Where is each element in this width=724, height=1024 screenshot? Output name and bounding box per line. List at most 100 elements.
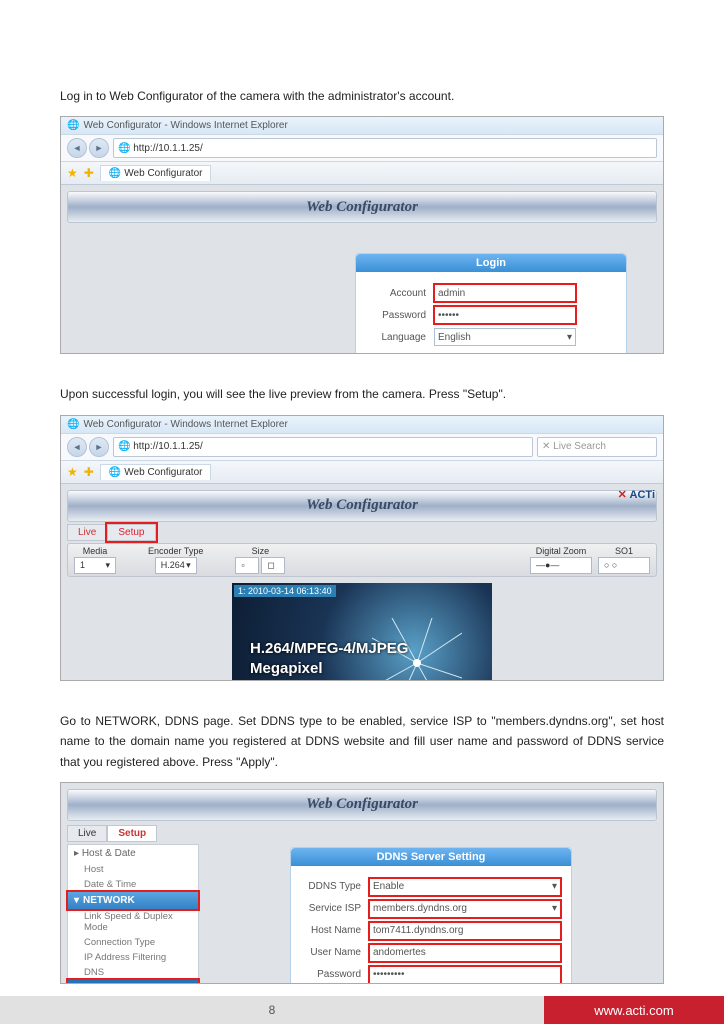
globe-icon: 🌐 xyxy=(67,419,79,430)
footer-url: www.acti.com xyxy=(594,1003,673,1018)
window-title-2: Web Configurator - Windows Internet Expl… xyxy=(83,419,287,430)
search-placeholder: Live Search xyxy=(553,441,606,452)
add-favorite-icon[interactable]: ✚ xyxy=(84,465,94,479)
promo-line-2: Megapixel xyxy=(250,659,408,679)
instruction-3: Go to NETWORK, DDNS page. Set DDNS type … xyxy=(60,711,664,772)
ie-address-bar: ◄ ► 🌐 http://10.1.1.25/ xyxy=(61,134,663,162)
account-label: Account xyxy=(366,288,426,299)
screenshot-live: 🌐 Web Configurator - Windows Internet Ex… xyxy=(60,415,664,681)
nav-back-icon[interactable]: ◄ xyxy=(67,138,87,158)
nav-forward-icon[interactable]: ► xyxy=(89,138,109,158)
ie-address-bar-2: ◄ ► 🌐 http://10.1.1.25/ ✕ Live Search xyxy=(61,433,663,461)
window-title: Web Configurator - Windows Internet Expl… xyxy=(83,120,287,131)
live-tab[interactable]: Live xyxy=(67,524,107,541)
sidebar-wrap: Live Setup ▸ Host & Date Host Date & Tim… xyxy=(67,825,199,984)
sidebar-date-time[interactable]: Date & Time xyxy=(68,877,198,892)
sidebar-ddns[interactable]: DDNS xyxy=(68,980,198,984)
tab-icon: 🌐 xyxy=(109,168,121,179)
zoom-control[interactable]: —●— xyxy=(530,557,592,574)
ie-tab-row: ★ ✚ 🌐 Web Configurator xyxy=(61,162,663,185)
so-label: SO1 xyxy=(615,546,633,556)
setup-tab[interactable]: Setup xyxy=(107,524,155,541)
ddns-panel: DDNS Server Setting DDNS Type Enable▾ Se… xyxy=(290,847,572,984)
language-value: English xyxy=(438,332,471,343)
nav-back-icon[interactable]: ◄ xyxy=(67,437,87,457)
search-x-icon: ✕ xyxy=(542,441,550,452)
login-title: Login xyxy=(356,254,626,272)
host-name-label: Host Name xyxy=(301,925,361,936)
tab-icon: 🌐 xyxy=(109,467,121,478)
live-tab-3[interactable]: Live xyxy=(67,825,107,842)
ie-titlebar-2: 🌐 Web Configurator - Windows Internet Ex… xyxy=(61,416,663,433)
page-number: 8 xyxy=(269,1003,276,1017)
browser-tab-2[interactable]: 🌐 Web Configurator xyxy=(100,464,212,480)
size-label: Size xyxy=(252,546,270,556)
service-isp-label: Service ISP xyxy=(301,903,361,914)
chevron-down-icon: ▾ xyxy=(186,560,191,571)
password-label-3: Password xyxy=(301,969,361,980)
zoom-label: Digital Zoom xyxy=(536,546,587,556)
size-down-button[interactable]: ▫ xyxy=(235,557,259,574)
video-timestamp: 1: 2010-03-14 06:13:40 xyxy=(234,585,336,597)
so-toggle[interactable]: ○ ○ xyxy=(598,557,650,574)
chevron-down-icon: ▾ xyxy=(567,332,572,343)
encoder-label: Encoder Type xyxy=(148,546,203,556)
camera-toolbar: Media 1▾ Encoder Type H.264▾ Size ▫ ◻ xyxy=(67,543,657,577)
url-text-2: http://10.1.1.25/ xyxy=(133,441,203,452)
sidebar-dns[interactable]: DNS xyxy=(68,965,198,980)
account-input[interactable]: admin xyxy=(434,284,576,302)
size-up-button[interactable]: ◻ xyxy=(261,557,285,574)
chevron-down-icon: ▾ xyxy=(105,560,110,571)
sidebar-host-date[interactable]: ▸ Host & Date xyxy=(68,845,198,862)
sidebar-conn-type[interactable]: Connection Type xyxy=(68,935,198,950)
instruction-2: Upon successful login, you will see the … xyxy=(60,384,664,404)
ddns-type-select[interactable]: Enable▾ xyxy=(369,878,561,896)
sidebar-network[interactable]: ▾ NETWORK xyxy=(68,892,198,909)
language-select[interactable]: English ▾ xyxy=(434,328,576,346)
favorites-icon[interactable]: ★ xyxy=(67,465,78,479)
chevron-down-icon: ▾ xyxy=(552,903,557,914)
screenshot-login: 🌐 Web Configurator - Windows Internet Ex… xyxy=(60,116,664,354)
page-icon: 🌐 xyxy=(118,143,130,154)
ddns-title: DDNS Server Setting xyxy=(291,848,571,866)
live-video: 1: 2010-03-14 06:13:40 H.264/MPEG-4/MJPE… xyxy=(232,583,492,681)
ie-tab-row-2: ★ ✚ 🌐 Web Configurator xyxy=(61,461,663,484)
page-icon: 🌐 xyxy=(118,441,130,452)
nav-forward-icon[interactable]: ► xyxy=(89,437,109,457)
encoder-select[interactable]: H.264▾ xyxy=(155,557,197,574)
language-label: Language xyxy=(366,332,426,343)
setup-tab-3[interactable]: Setup xyxy=(107,825,157,842)
tab-label: Web Configurator xyxy=(124,168,202,179)
chevron-down-icon: ▾ xyxy=(552,881,557,892)
page-footer: 8 www.acti.com xyxy=(0,996,724,1024)
login-panel: Login Account admin Password •••••• Lang… xyxy=(355,253,627,354)
ddns-type-label: DDNS Type xyxy=(301,881,361,892)
user-name-input[interactable]: andomertes xyxy=(369,944,561,962)
address-input[interactable]: 🌐 http://10.1.1.25/ xyxy=(113,138,657,158)
service-isp-select[interactable]: members.dyndns.org▾ xyxy=(369,900,561,918)
favorites-icon[interactable]: ★ xyxy=(67,166,78,180)
host-name-input[interactable]: tom7411.dyndns.org xyxy=(369,922,561,940)
sidebar-host[interactable]: Host xyxy=(68,862,198,877)
add-favorite-icon[interactable]: ✚ xyxy=(84,166,94,180)
instruction-1: Log in to Web Configurator of the camera… xyxy=(60,86,664,106)
sidebar-ip-filter[interactable]: IP Address Filtering xyxy=(68,950,198,965)
globe-icon: 🌐 xyxy=(67,120,79,131)
password-label: Password xyxy=(366,310,426,321)
media-select[interactable]: 1▾ xyxy=(74,557,116,574)
media-label: Media xyxy=(83,546,108,556)
browser-tab[interactable]: 🌐 Web Configurator xyxy=(100,165,212,181)
password-input[interactable]: •••••• xyxy=(434,306,576,324)
tab-label-2: Web Configurator xyxy=(124,467,202,478)
user-name-label: User Name xyxy=(301,947,361,958)
screenshot-ddns: Web Configurator Live Setup ▸ Host & Dat… xyxy=(60,782,664,984)
search-input[interactable]: ✕ Live Search xyxy=(537,437,657,457)
ie-titlebar: 🌐 Web Configurator - Windows Internet Ex… xyxy=(61,117,663,134)
sidebar-link-speed[interactable]: Link Speed & Duplex Mode xyxy=(68,909,198,935)
app-header: Web Configurator xyxy=(67,191,657,223)
promo-line-1: H.264/MPEG-4/MJPEG xyxy=(250,639,408,659)
url-text: http://10.1.1.25/ xyxy=(133,143,203,154)
address-input-2[interactable]: 🌐 http://10.1.1.25/ xyxy=(113,437,533,457)
password-input-3[interactable]: ••••••••• xyxy=(369,966,561,984)
acti-logo: ✕ ACTi xyxy=(618,488,655,501)
